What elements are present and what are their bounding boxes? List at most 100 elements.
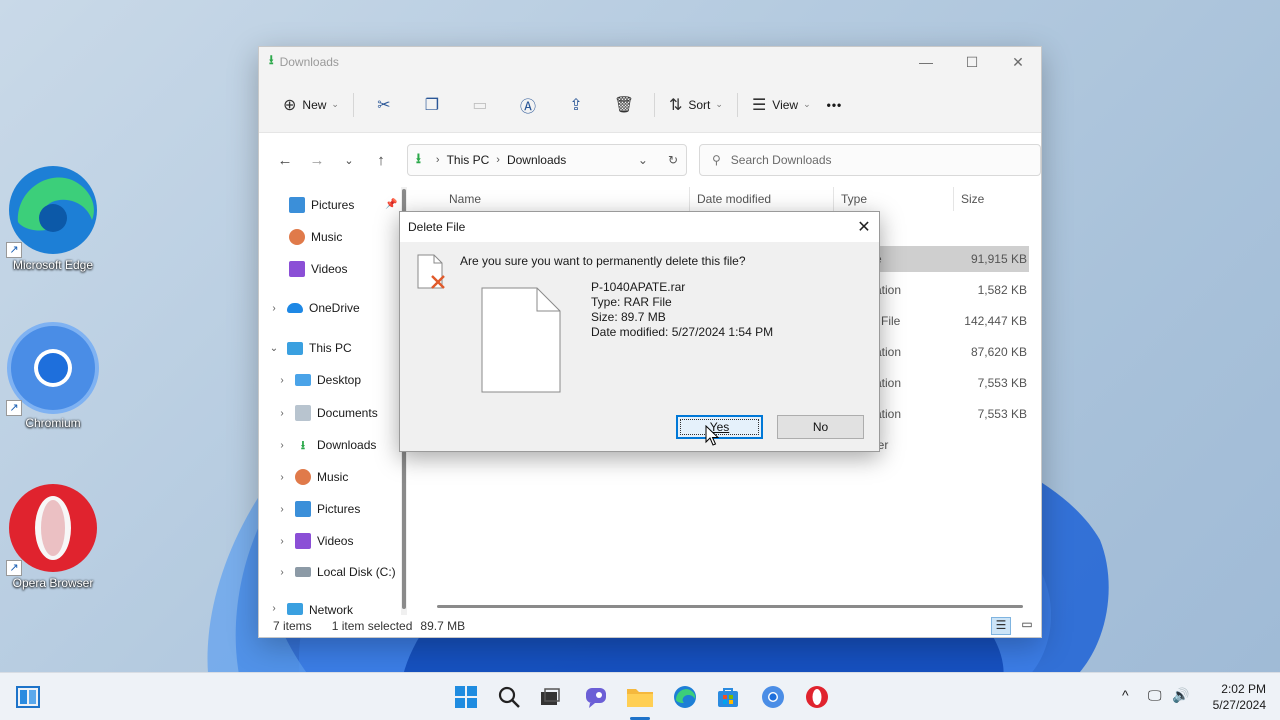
close-button[interactable]: ✕ bbox=[995, 54, 1041, 71]
title-bar[interactable]: ⭳ Downloads — ☐ ✕ bbox=[259, 47, 1041, 77]
chevron-right-icon[interactable]: › bbox=[267, 603, 281, 614]
pictures-icon bbox=[289, 197, 305, 213]
clock[interactable]: 2:02 PM 5/27/2024 bbox=[1196, 681, 1266, 713]
chevron-right-icon[interactable]: › bbox=[275, 440, 289, 451]
opera-taskbar-icon[interactable] bbox=[803, 683, 831, 711]
column-date-modified[interactable]: Date modified bbox=[697, 192, 771, 206]
refresh-icon[interactable]: ↻ bbox=[668, 153, 678, 167]
desktop-icon-opera[interactable]: ↗ Opera Browser bbox=[6, 480, 100, 590]
nav-item-local-disk[interactable]: › Local Disk (C:) bbox=[275, 565, 395, 579]
store-icon[interactable] bbox=[714, 683, 742, 711]
tiles-view-icon[interactable]: ▭ bbox=[1017, 617, 1037, 635]
network-icon[interactable]: 🖵 bbox=[1148, 687, 1162, 704]
search-placeholder: Search Downloads bbox=[730, 153, 832, 167]
nav-item-onedrive[interactable]: › OneDrive bbox=[267, 301, 359, 315]
maximize-button[interactable]: ☐ bbox=[949, 54, 995, 71]
breadcrumb-separator: › bbox=[435, 154, 440, 166]
chevron-right-icon[interactable]: › bbox=[267, 303, 281, 314]
nav-item-pictures[interactable]: › Pictures bbox=[275, 501, 360, 517]
command-bar: ⊕ New ⌄ ✂ ❐ ▭ Ⓐ ⇪ 🗑 ⇅ Sort ⌄ ☰ View ⌄ ••… bbox=[259, 77, 1041, 133]
horizontal-scrollbar[interactable] bbox=[437, 605, 1023, 608]
sort-button[interactable]: ⇅ Sort ⌄ bbox=[661, 89, 731, 121]
chevron-down-icon[interactable]: ⌄ bbox=[267, 343, 281, 354]
view-icon: ☰ bbox=[751, 96, 767, 114]
divider bbox=[653, 92, 655, 117]
chevron-right-icon[interactable]: › bbox=[275, 567, 289, 578]
breadcrumb-this-pc[interactable]: This PC bbox=[447, 153, 490, 167]
widgets-icon[interactable] bbox=[14, 683, 42, 711]
task-view-icon[interactable] bbox=[536, 683, 564, 711]
delete-file-icon bbox=[417, 254, 445, 289]
share-icon[interactable]: ⇪ bbox=[552, 95, 600, 115]
nav-item-network[interactable]: › Network bbox=[267, 603, 353, 615]
tray-overflow-icon[interactable]: ^ bbox=[1122, 687, 1129, 703]
column-type[interactable]: Type bbox=[841, 192, 867, 206]
delete-icon[interactable]: 🗑 bbox=[600, 95, 648, 115]
chevron-right-icon[interactable]: › bbox=[275, 408, 289, 419]
recent-chevron-icon[interactable]: ⌄ bbox=[333, 154, 365, 167]
address-dropdown-icon[interactable]: ⌄ bbox=[638, 153, 648, 167]
view-button[interactable]: ☰ View ⌄ bbox=[744, 89, 819, 121]
desktop-icon-label: Chromium bbox=[25, 416, 81, 430]
chevron-right-icon[interactable]: › bbox=[275, 504, 289, 515]
minimize-button[interactable]: — bbox=[903, 54, 949, 71]
nav-item-music[interactable]: › Music bbox=[275, 469, 348, 485]
nav-item-music-quick[interactable]: Music bbox=[283, 229, 342, 245]
forward-icon[interactable]: → bbox=[301, 152, 333, 169]
sort-label: Sort bbox=[688, 97, 711, 112]
breadcrumb-downloads[interactable]: Downloads bbox=[507, 153, 566, 167]
yes-button[interactable]: Yes bbox=[676, 415, 763, 439]
cut-icon[interactable]: ✂ bbox=[360, 95, 408, 115]
sort-icon: ⇅ bbox=[668, 96, 683, 114]
column-name[interactable]: Name bbox=[449, 192, 481, 206]
desktop-icon-edge[interactable]: ↗ Microsoft Edge bbox=[6, 162, 100, 272]
nav-item-desktop[interactable]: › Desktop bbox=[275, 373, 361, 387]
dialog-title: Delete File bbox=[408, 220, 466, 234]
details-view-icon[interactable]: ☰ bbox=[991, 617, 1011, 635]
file-type: Type: RAR File bbox=[591, 295, 672, 309]
nav-item-videos-quick[interactable]: Videos bbox=[283, 261, 347, 277]
new-button[interactable]: ⊕ New ⌄ bbox=[275, 89, 347, 121]
nav-item-pictures-quick[interactable]: Pictures bbox=[283, 197, 354, 213]
copy-icon[interactable]: ❐ bbox=[408, 95, 456, 115]
nav-item-label: Music bbox=[317, 470, 349, 484]
file-explorer-taskbar-icon[interactable] bbox=[626, 683, 654, 711]
chevron-right-icon[interactable]: › bbox=[275, 472, 289, 483]
edge-taskbar-icon[interactable] bbox=[671, 683, 699, 711]
search-input[interactable]: ⚲ Search Downloads bbox=[699, 144, 1041, 176]
chevron-right-icon[interactable]: › bbox=[275, 375, 289, 386]
nav-item-label: Music bbox=[311, 230, 343, 244]
rename-icon[interactable]: Ⓐ bbox=[504, 93, 552, 117]
column-size[interactable]: Size bbox=[961, 192, 984, 206]
dialog-title-bar[interactable]: Delete File ✕ bbox=[400, 212, 879, 242]
chat-icon[interactable] bbox=[582, 683, 610, 711]
no-button[interactable]: No bbox=[777, 415, 864, 439]
divider bbox=[736, 92, 738, 117]
chevron-right-icon[interactable]: › bbox=[275, 536, 289, 547]
nav-item-downloads[interactable]: › ⭳ Downloads bbox=[275, 437, 376, 453]
status-selected-size: 89.7 MB bbox=[420, 619, 466, 633]
music-icon bbox=[289, 229, 305, 245]
back-icon[interactable]: ← bbox=[269, 152, 301, 169]
desktop-icon-chromium[interactable]: ↗ Chromium bbox=[6, 320, 100, 430]
delete-file-dialog: Delete File ✕ Are you sure you want to p… bbox=[399, 211, 880, 452]
chevron-down-icon: ⌄ bbox=[331, 99, 339, 109]
start-icon[interactable] bbox=[452, 683, 480, 711]
taskbar: ^ 🖵 🔊 2:02 PM 5/27/2024 bbox=[0, 672, 1280, 720]
volume-icon[interactable]: 🔊 bbox=[1172, 687, 1189, 704]
search-icon[interactable] bbox=[495, 683, 523, 711]
chromium-taskbar-icon[interactable] bbox=[759, 683, 787, 711]
nav-item-videos[interactable]: › Videos bbox=[275, 533, 353, 549]
yes-label: Yes bbox=[680, 419, 759, 435]
up-icon[interactable]: ↑ bbox=[365, 152, 397, 169]
clock-date: 5/27/2024 bbox=[1212, 698, 1266, 712]
paste-icon[interactable]: ▭ bbox=[456, 95, 504, 115]
address-row: ← → ⌄ ↑ ⭳ › This PC › Downloads ⌄ ↻ ⚲ Se… bbox=[259, 133, 1041, 187]
more-options-button[interactable]: ••• bbox=[819, 89, 851, 121]
nav-item-documents[interactable]: › Documents bbox=[275, 405, 378, 421]
address-bar[interactable]: ⭳ › This PC › Downloads ⌄ ↻ bbox=[407, 144, 687, 176]
dialog-close-icon[interactable]: ✕ bbox=[849, 217, 879, 237]
nav-item-this-pc[interactable]: ⌄ This PC bbox=[267, 341, 352, 355]
column-header: Name Date modified Type Size bbox=[409, 187, 1041, 211]
downloads-icon: ⭳ bbox=[269, 52, 274, 67]
